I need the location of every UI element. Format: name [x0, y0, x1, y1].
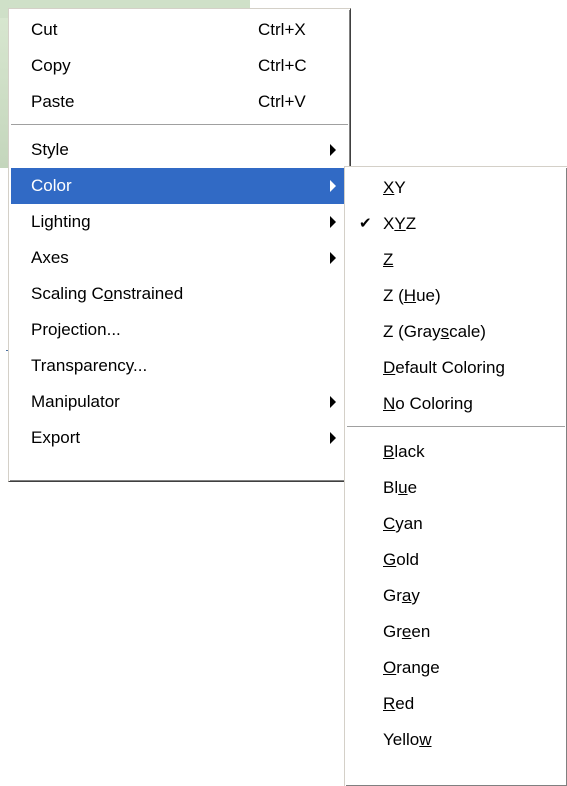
menu-separator	[11, 124, 348, 128]
menu-item-lighting[interactable]: Lighting	[11, 204, 348, 240]
color-option-red[interactable]: Red	[347, 686, 565, 722]
shortcut-label: Ctrl+C	[258, 56, 307, 75]
shortcut-label: Ctrl+V	[258, 92, 306, 111]
color-option-xy[interactable]: XY	[347, 170, 565, 206]
menu-item-label: Style	[31, 140, 69, 159]
menu-item-label: Export	[31, 428, 81, 447]
color-option-z[interactable]: Z	[347, 242, 565, 278]
checkmark-icon: ✔	[359, 215, 372, 232]
shortcut-label: Ctrl+X	[258, 20, 306, 39]
menu-item-label: Copy	[31, 56, 71, 75]
menu-item-label: Scaling Constrained	[31, 284, 184, 303]
menu-item-color[interactable]: Color	[11, 168, 348, 204]
color-option-blue[interactable]: Blue	[347, 470, 565, 506]
menu-item-label: Manipulator	[31, 392, 120, 411]
submenu-arrow-icon	[330, 180, 336, 192]
menu-item-label: Cyan	[383, 514, 423, 533]
menu-item-style[interactable]: Style	[11, 132, 348, 168]
menu-item-label: Z	[383, 250, 394, 269]
color-option-green[interactable]: Green	[347, 614, 565, 650]
menu-item-cut[interactable]: Cut Ctrl+X	[11, 12, 348, 48]
menu-item-label: Lighting	[31, 212, 91, 231]
color-option-orange[interactable]: Orange	[347, 650, 565, 686]
submenu-arrow-icon	[330, 396, 336, 408]
color-option-default-coloring[interactable]: Default Coloring	[347, 350, 565, 386]
menu-item-scaling-constrained[interactable]: Scaling Constrained	[11, 276, 348, 312]
color-option-xyz[interactable]: ✔ XYZ	[347, 206, 565, 242]
color-option-no-coloring[interactable]: No Coloring	[347, 386, 565, 422]
color-option-yellow[interactable]: Yellow	[347, 722, 565, 758]
menu-item-label: Projection...	[31, 320, 121, 339]
menu-separator	[347, 426, 565, 430]
color-option-black[interactable]: Black	[347, 434, 565, 470]
menu-item-paste[interactable]: Paste Ctrl+V	[11, 84, 348, 120]
menu-item-copy[interactable]: Copy Ctrl+C	[11, 48, 348, 84]
menu-item-projection[interactable]: Projection...	[11, 312, 348, 348]
color-option-cyan[interactable]: Cyan	[347, 506, 565, 542]
menu-item-label: Blue	[383, 478, 418, 497]
menu-item-label: Transparency...	[31, 356, 148, 375]
menu-item-label: Yellow	[383, 730, 432, 749]
menu-item-label: Black	[383, 442, 425, 461]
menu-item-label: Orange	[383, 658, 440, 677]
color-option-z-grayscale[interactable]: Z (Grayscale)	[347, 314, 565, 350]
menu-item-label: Gold	[383, 550, 419, 569]
menu-item-label: Axes	[31, 248, 69, 267]
menu-item-label: Cut	[31, 20, 58, 39]
menu-item-export[interactable]: Export	[11, 420, 348, 456]
submenu-arrow-icon	[330, 216, 336, 228]
menu-item-label: Color	[31, 176, 72, 195]
menu-item-axes[interactable]: Axes	[11, 240, 348, 276]
submenu-arrow-icon	[330, 252, 336, 264]
color-option-z-hue[interactable]: Z (Hue)	[347, 278, 565, 314]
menu-item-label: Gray	[383, 586, 420, 605]
color-option-gray[interactable]: Gray	[347, 578, 565, 614]
menu-item-label: Green	[383, 622, 431, 641]
menu-item-transparency[interactable]: Transparency...	[11, 348, 348, 384]
context-menu: Cut Ctrl+X Copy Ctrl+C Paste Ctrl+V Styl…	[8, 8, 351, 482]
menu-item-label: XYZ	[383, 214, 417, 233]
menu-item-label: Paste	[31, 92, 75, 111]
color-option-gold[interactable]: Gold	[347, 542, 565, 578]
menu-item-label: XY	[383, 178, 406, 197]
color-submenu: XY ✔ XYZ Z Z (Hue) Z (Grayscale) Default…	[344, 166, 567, 786]
menu-item-label: Default Coloring	[383, 358, 505, 377]
menu-item-label: Z (Grayscale)	[383, 322, 486, 341]
submenu-arrow-icon	[330, 432, 336, 444]
menu-item-label: No Coloring	[383, 394, 473, 413]
menu-item-label: Red	[383, 694, 415, 713]
submenu-arrow-icon	[330, 144, 336, 156]
menu-item-manipulator[interactable]: Manipulator	[11, 384, 348, 420]
menu-item-label: Z (Hue)	[383, 286, 441, 305]
